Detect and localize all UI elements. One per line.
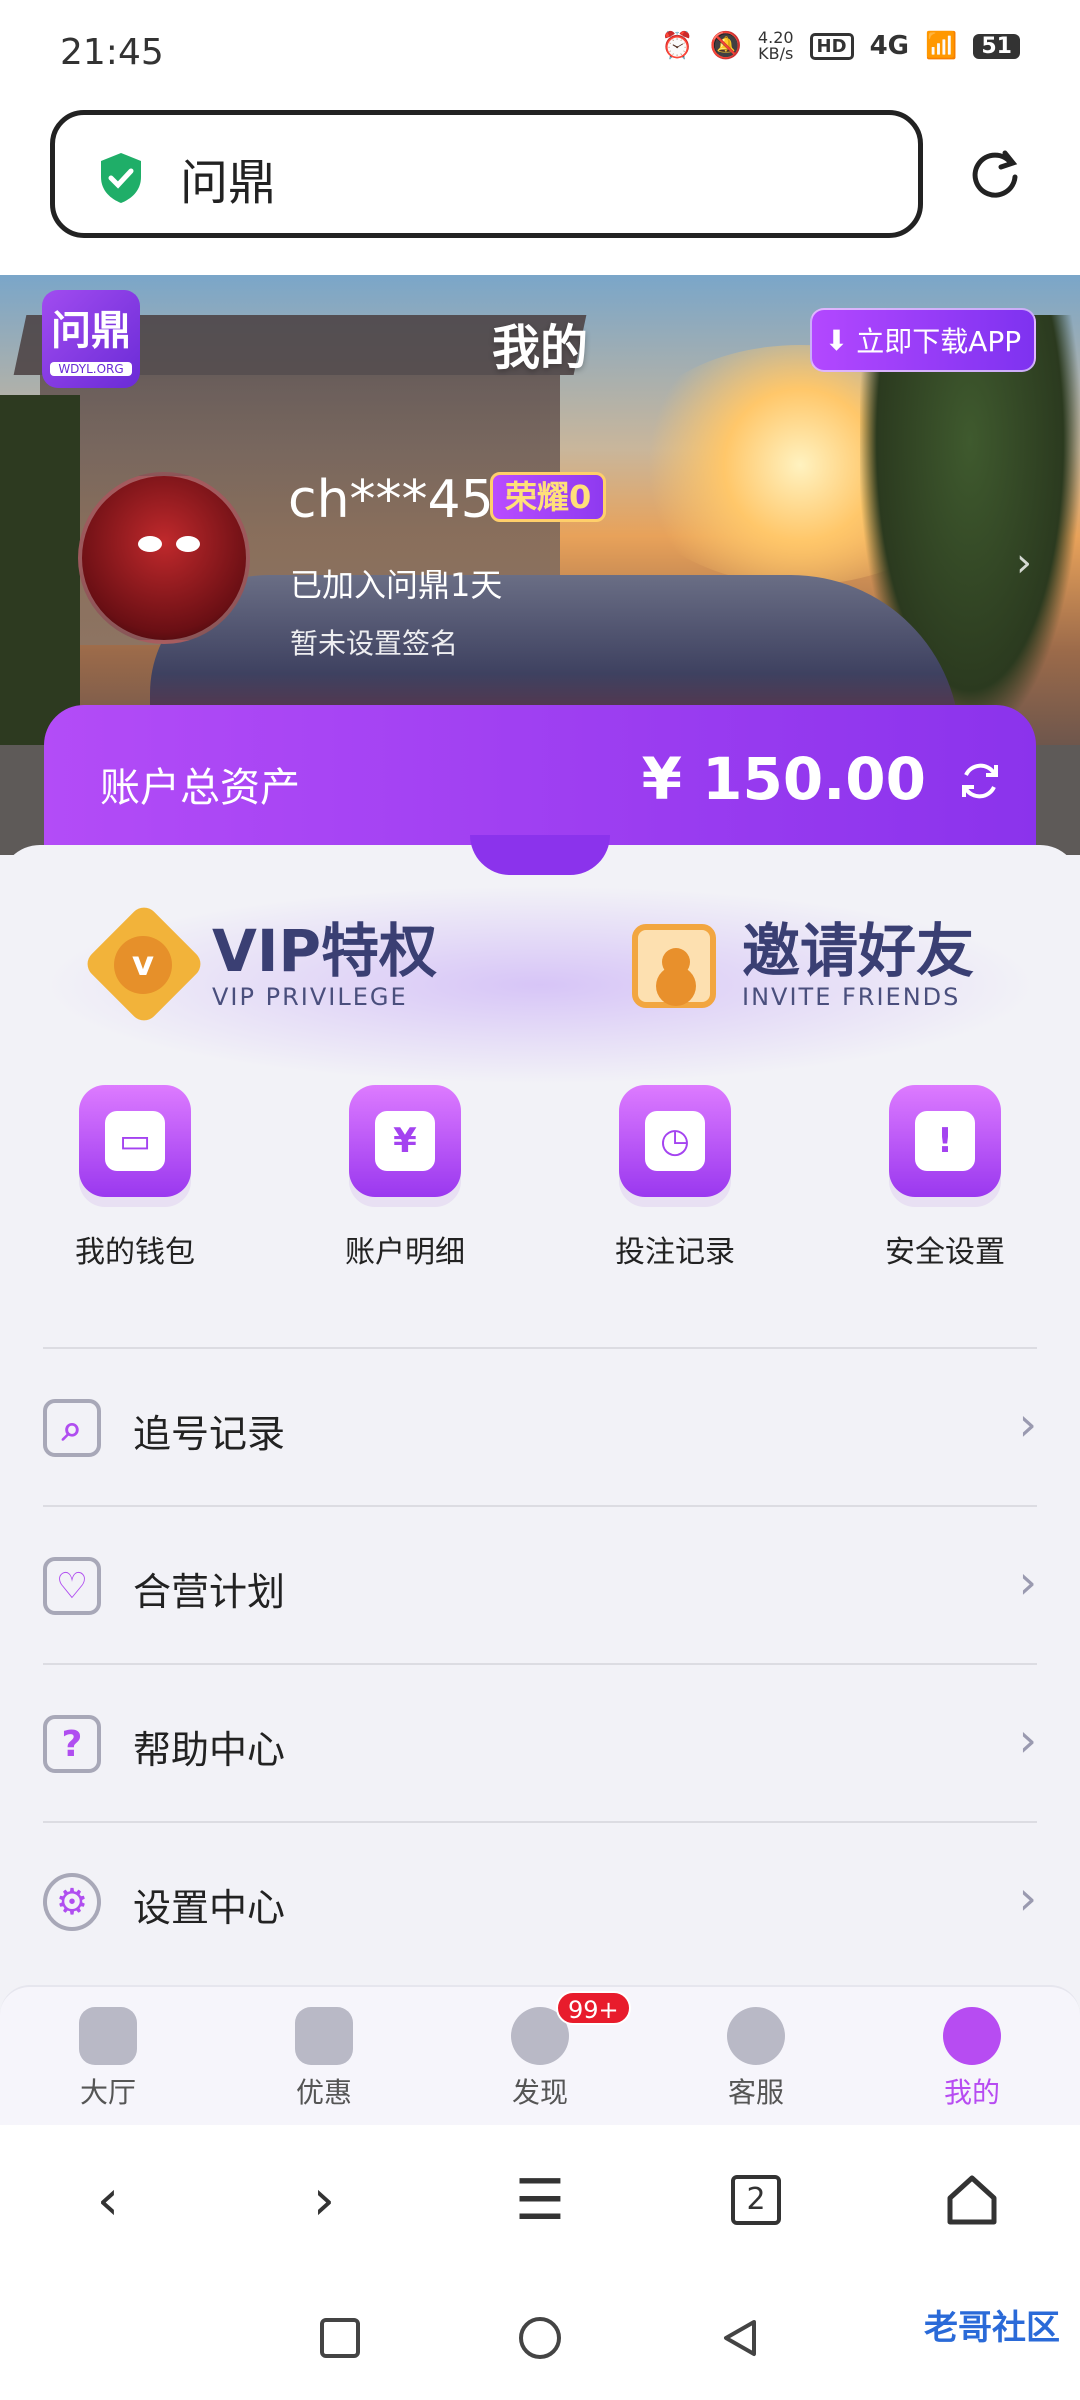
quick-actions-grid: ▭ 我的钱包 ¥ 账户明细 ◷ 投注记录 ! 安全设置 — [0, 1085, 1080, 1271]
app-tab-bar: 大厅 优惠 99+ 发现 客服 我的 — [0, 1985, 1080, 2125]
user-icon — [943, 2007, 1001, 2065]
vip-title: VIP特权 — [212, 917, 437, 985]
honor-badge: 荣耀0 — [490, 472, 607, 522]
forward-button[interactable]: › — [279, 2155, 369, 2245]
tab-discover[interactable]: 99+ 发现 — [432, 1987, 648, 2125]
account-detail-icon: ¥ — [349, 1085, 461, 1197]
download-app-button[interactable]: ⬇ 立即下载APP — [810, 308, 1036, 372]
home-outline-icon — [947, 2175, 997, 2225]
download-icon: ⬇ — [824, 323, 849, 357]
tab-lobby[interactable]: 大厅 — [0, 1987, 216, 2125]
support-icon — [727, 2007, 785, 2065]
profile-chevron-icon[interactable]: › — [1016, 540, 1032, 586]
hamburger-icon: ☰ — [514, 2167, 566, 2233]
alarm-icon: ⏰ — [661, 31, 694, 61]
system-back-button[interactable] — [710, 2308, 770, 2368]
wifi-icon: 📶 — [925, 31, 958, 61]
star-icon — [295, 2007, 353, 2065]
chevron-right-icon: › — [1018, 1397, 1037, 1451]
notification-badge: 99+ — [556, 1991, 631, 2025]
square-icon — [320, 2317, 360, 2358]
chevron-right-icon: › — [1018, 1555, 1037, 1609]
status-bar: 21:45 ⏰ 🔕 4.20 KB/s HD 4G 📶 51 — [0, 0, 1080, 100]
home-button[interactable] — [927, 2155, 1017, 2245]
browser-toolbar: ‹ › ☰ 2 — [0, 2125, 1080, 2275]
chevron-right-icon: › — [1018, 1871, 1037, 1925]
tabs-count: 2 — [731, 2175, 781, 2225]
menu-list: ⌕ 追号记录 › ♡ 合营计划 › ? 帮助中心 › ⚙ 设置中心 › — [43, 1347, 1037, 1979]
circle-icon — [519, 2316, 561, 2359]
invite-title: 邀请好友 — [742, 917, 975, 985]
reload-icon[interactable] — [965, 145, 1025, 205]
avatar[interactable] — [78, 472, 250, 644]
vip-privilege-card[interactable]: v VIP特权 VIP PRIVILEGE — [81, 901, 437, 1027]
panel-notch — [470, 835, 610, 875]
main-panel: v VIP特权 VIP PRIVILEGE 邀请好友 INVITE FRIEND… — [0, 835, 1080, 1985]
back-button[interactable]: ‹ — [63, 2155, 153, 2245]
search-record-icon: ⌕ — [43, 1399, 101, 1457]
home-icon — [79, 2007, 137, 2065]
assets-label: 账户总资产 — [100, 765, 300, 811]
invite-friends-card[interactable]: 邀请好友 INVITE FRIENDS — [620, 910, 974, 1020]
tab-promotions[interactable]: 优惠 — [216, 1987, 432, 2125]
secure-shield-icon — [101, 153, 141, 203]
chevron-right-icon: › — [312, 2167, 336, 2233]
vip-subtitle: VIP PRIVILEGE — [212, 983, 408, 1011]
wallet-button[interactable]: ▭ 我的钱包 — [0, 1085, 270, 1271]
mute-icon: 🔕 — [709, 31, 742, 61]
security-settings-button[interactable]: ! 安全设置 — [810, 1085, 1080, 1271]
url-bar[interactable]: 问鼎 — [50, 110, 923, 238]
help-icon: ? — [43, 1715, 101, 1773]
menu-item-settings[interactable]: ⚙ 设置中心 › — [43, 1821, 1037, 1979]
url-text: 问鼎 — [180, 155, 277, 211]
chevron-left-icon: ‹ — [96, 2167, 120, 2233]
system-home-button[interactable] — [510, 2308, 570, 2368]
tabs-button[interactable]: 2 — [711, 2155, 801, 2245]
tab-mine[interactable]: 我的 — [864, 1987, 1080, 2125]
username: ch***45 — [288, 470, 494, 530]
menu-item-help[interactable]: ? 帮助中心 › — [43, 1663, 1037, 1821]
banner-tree-left — [0, 395, 80, 755]
hd-icon: HD — [809, 32, 854, 60]
status-time: 21:45 — [60, 32, 164, 73]
menu-item-partnership[interactable]: ♡ 合营计划 › — [43, 1505, 1037, 1663]
chevron-right-icon: › — [1018, 1713, 1037, 1767]
gear-icon: ⚙ — [43, 1873, 101, 1931]
partnership-icon: ♡ — [43, 1557, 101, 1615]
bet-record-icon: ◷ — [619, 1085, 731, 1197]
signature: 暂未设置签名 — [290, 627, 459, 660]
invite-icon — [620, 910, 720, 1020]
tab-support[interactable]: 客服 — [648, 1987, 864, 2125]
recents-button[interactable] — [310, 2308, 370, 2368]
menu-item-chase-record[interactable]: ⌕ 追号记录 › — [43, 1347, 1037, 1505]
menu-button[interactable]: ☰ — [495, 2155, 585, 2245]
watermark: 老哥社区 — [924, 2308, 1060, 2348]
assets-amount: ¥ 150.00 — [641, 745, 926, 813]
shield-icon: ! — [889, 1085, 1001, 1197]
bet-record-button[interactable]: ◷ 投注记录 — [540, 1085, 810, 1271]
wallet-icon: ▭ — [79, 1085, 191, 1197]
triangle-back-icon — [724, 2319, 756, 2356]
refresh-icon[interactable] — [956, 757, 1004, 805]
network-type: 4G — [869, 31, 909, 61]
system-nav-bar — [0, 2275, 1080, 2400]
battery-indicator: 51 — [973, 33, 1020, 59]
vip-badge-icon: v — [81, 901, 207, 1027]
network-speed: 4.20 KB/s — [757, 28, 794, 63]
status-icons: ⏰ 🔕 4.20 KB/s HD 4G 📶 51 — [661, 30, 1020, 62]
joined-days: 已加入问鼎1天 — [290, 566, 503, 604]
browser-address-area: 问鼎 — [0, 100, 1080, 275]
account-detail-button[interactable]: ¥ 账户明细 — [270, 1085, 540, 1271]
invite-subtitle: INVITE FRIENDS — [742, 983, 961, 1011]
assets-card: 账户总资产 ¥ 150.00 — [44, 705, 1036, 855]
